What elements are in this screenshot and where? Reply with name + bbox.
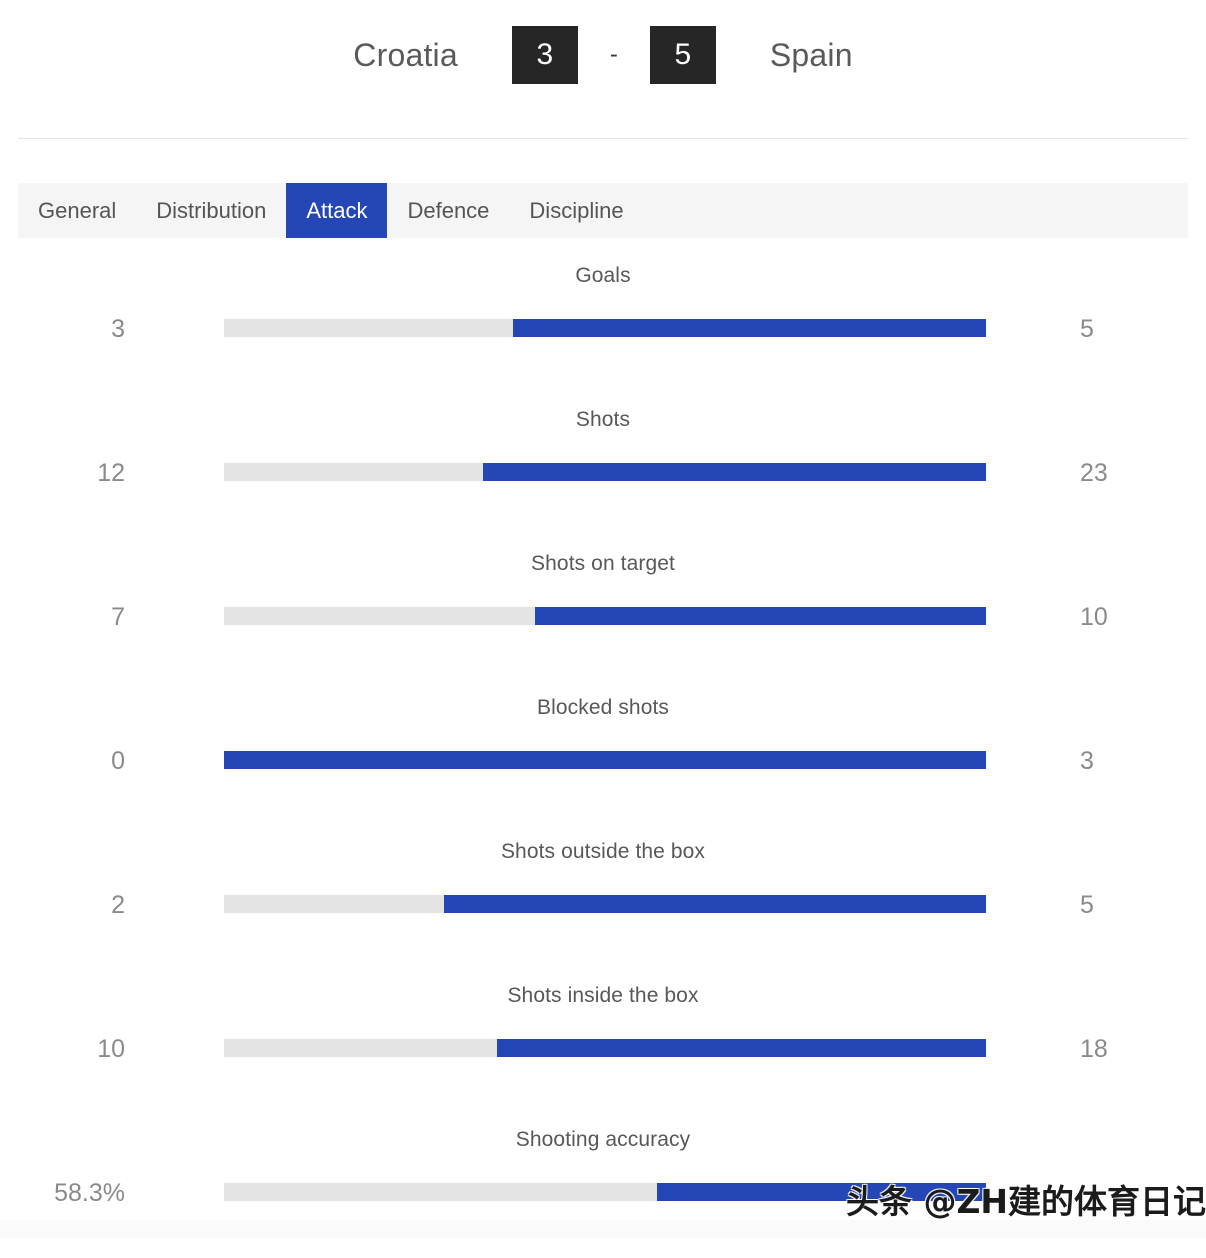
away-team-name: Spain xyxy=(769,36,853,73)
stat-row: Goals 3 5 xyxy=(0,250,1206,394)
home-score-box: 3 xyxy=(511,26,578,84)
stat-value-home: 2 xyxy=(111,891,125,919)
stat-value-home: 58.3% xyxy=(54,1179,125,1207)
stat-bar-home xyxy=(224,463,484,481)
stat-bar-line: 35 xyxy=(0,312,1206,346)
header-divider xyxy=(18,138,1188,139)
stat-value-home: 7 xyxy=(111,603,125,631)
stat-bar-line: 12 23 xyxy=(0,456,1206,490)
score-separator: - xyxy=(609,41,618,68)
stat-value-home: 3 xyxy=(111,315,125,343)
stat-label: Shots on target xyxy=(531,552,675,575)
stat-value-home: 10 xyxy=(97,1035,125,1063)
stat-bar-line: 7 10 xyxy=(0,600,1206,634)
stat-value-away: 5 xyxy=(1080,891,1094,919)
stat-bar-line: 25 xyxy=(0,888,1206,922)
stat-bar-home xyxy=(224,1183,657,1201)
attack-stats-list: Goals 3 5 Shots 12 23 Shots on target 7 10 Blocke… xyxy=(0,250,1206,1258)
tab-defence[interactable]: Defence xyxy=(387,183,509,238)
stat-value-home: 0 xyxy=(111,747,125,775)
stat-row: Shots on target 7 10 xyxy=(0,538,1206,682)
scoreboard-inner: Croatia 3 - 5 Spain xyxy=(353,26,853,84)
stat-bar-line: 10 18 xyxy=(0,1032,1206,1066)
tab-general[interactable]: General xyxy=(18,183,136,238)
stat-value-away: 18 xyxy=(1080,1035,1108,1063)
stat-bar-away xyxy=(224,463,986,481)
stat-bar-home xyxy=(224,1039,497,1057)
tab-attack[interactable]: Attack xyxy=(286,183,388,238)
stat-value-home: 12 xyxy=(97,459,125,487)
stat-label: Shots xyxy=(575,408,631,431)
home-team-name: Croatia xyxy=(353,36,458,73)
stat-row: Shots 12 23 xyxy=(0,394,1206,538)
away-score-box: 5 xyxy=(649,26,716,84)
stat-row: Blocked shots 0 3 xyxy=(0,682,1206,826)
stat-label: Goals xyxy=(575,264,631,287)
stat-label: Blocked shots xyxy=(536,696,670,719)
stat-bar-away xyxy=(224,1039,986,1057)
stat-value-away: 5 xyxy=(1080,315,1094,343)
tab-discipline[interactable]: Discipline xyxy=(509,183,643,238)
watermark-text: 头条 @ZH建的体育日记 xyxy=(846,1182,1206,1221)
stat-label: Shooting accuracy xyxy=(515,1128,691,1151)
stat-bar-home xyxy=(224,607,535,625)
stat-bar-home xyxy=(224,895,445,913)
stat-value-away: 10 xyxy=(1080,603,1108,631)
tab-distribution[interactable]: Distribution xyxy=(136,183,286,238)
stat-bar-away xyxy=(224,895,986,913)
stat-row: Shots outside the box 2 5 xyxy=(0,826,1206,970)
stat-bar-away xyxy=(224,751,986,769)
stat-bar-away xyxy=(224,319,986,337)
stat-value-away: 23 xyxy=(1080,459,1108,487)
stat-label: Shots inside the box xyxy=(507,984,699,1007)
stats-tab-bar: General Distribution Attack Defence Discipli… xyxy=(18,183,1188,238)
stat-row: Shots inside the box 10 18 xyxy=(0,970,1206,1114)
stat-bar-away xyxy=(224,607,986,625)
stat-value-away: 3 xyxy=(1080,747,1094,775)
scoreboard: Croatia 3 - 5 Spain xyxy=(0,0,1206,138)
stat-bar-home xyxy=(224,319,513,337)
stat-bar-line: 03 xyxy=(0,744,1206,778)
stat-label: Shots outside the box xyxy=(500,840,706,863)
